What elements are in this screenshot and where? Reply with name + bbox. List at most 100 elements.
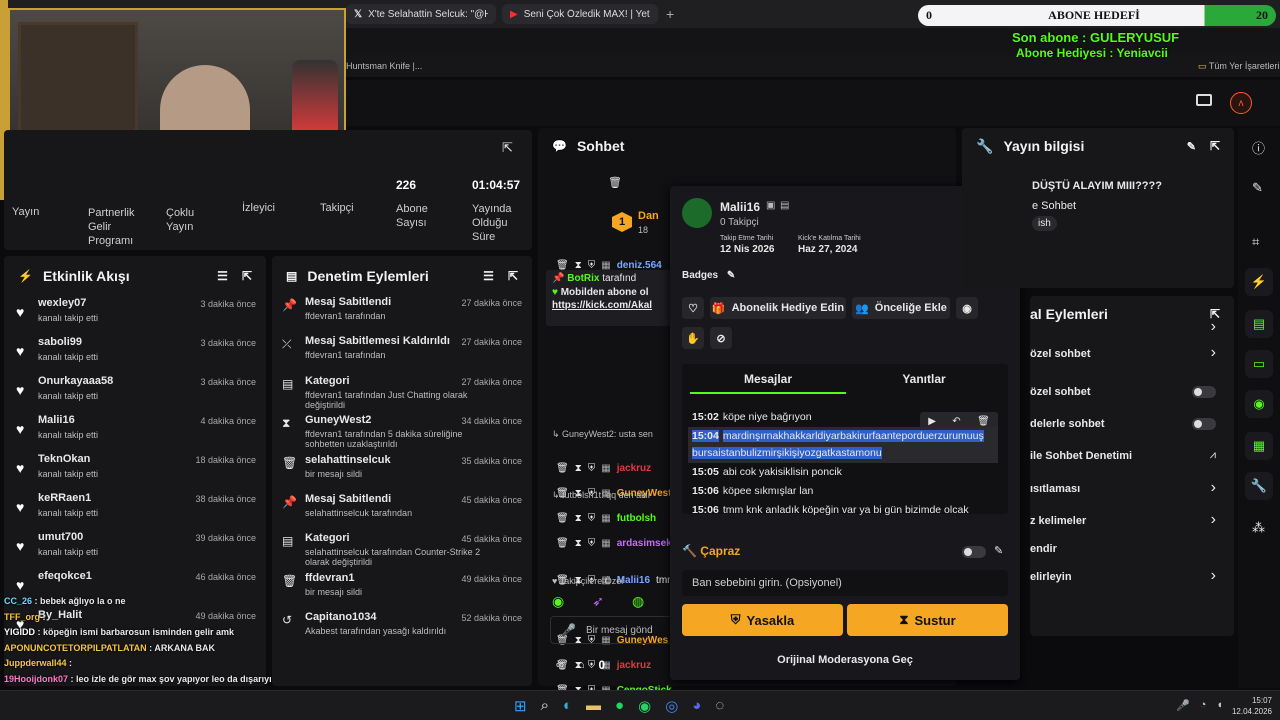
layout-icon[interactable]: ▦ — [1245, 432, 1273, 460]
chat-username[interactable]: deniz.564 — [617, 260, 662, 271]
new-tab-button[interactable]: + — [666, 6, 674, 22]
shield-icon[interactable]: ⛨ — [588, 513, 596, 524]
chat-message[interactable]: 🗑 ⧗ ⛨ ▦ deniz.564 — [556, 256, 662, 274]
gift-sub-button[interactable]: 🎁 Abonelik Hediye Edin — [710, 297, 846, 319]
display-icon[interactable] — [1196, 94, 1212, 106]
hand-button[interactable]: ✋ — [682, 327, 704, 349]
user-message[interactable]: 15:06 tmm knk anladık köpeğin var ya bi g… — [688, 501, 998, 520]
mute-button[interactable]: ⧗ Sustur — [847, 604, 1008, 636]
kick-emote-icon[interactable]: ◉ — [552, 593, 564, 610]
activity-item[interactable]: ♥ TeknOkan kanalı takip etti 18 dakika önce — [4, 452, 266, 491]
setting-toggle[interactable] — [1192, 386, 1216, 398]
rocket-emote-icon[interactable]: ➶ — [592, 593, 604, 610]
pinned-link[interactable]: https://kick.com/Akal — [546, 298, 676, 313]
pencil-icon[interactable]: ✎ — [1252, 180, 1263, 196]
chat-message[interactable]: 🗑 ⧗ ⛨ ▦ ardasimsek — [556, 534, 672, 552]
chat-username[interactable]: jackruz — [617, 463, 651, 474]
activity-item[interactable]: ♥ wexley07 kanalı takip etti 3 dakika önce — [4, 296, 266, 335]
avatar[interactable]: ʌ — [1230, 92, 1252, 114]
block-button[interactable]: ⊘ — [710, 327, 732, 349]
edit-icon[interactable]: ✎ — [994, 544, 1003, 557]
widgets-icon[interactable]: ⁂ — [1252, 520, 1265, 536]
activity-item[interactable]: ♥ keRRaen1 kanalı takip etti 38 dakika önce — [4, 491, 266, 530]
eye-button[interactable]: ◉ — [956, 297, 978, 319]
timeout-icon[interactable]: ⧗ — [575, 513, 582, 524]
tab-replies[interactable]: Yanıtlar — [846, 372, 1002, 386]
gift-icon[interactable]: ⌂ — [578, 659, 585, 671]
trash-icon[interactable]: 🗑 — [556, 538, 569, 549]
shield-icon[interactable]: ⛨ — [588, 260, 596, 271]
chart-icon[interactable]: ⩘ — [1210, 449, 1216, 462]
timeout-icon[interactable]: ⧗ — [575, 463, 582, 474]
mod-setting-item[interactable]: z kelimeler › — [1030, 511, 1234, 531]
trash-icon[interactable]: 🗑 — [556, 513, 569, 524]
activity-item[interactable]: ♥ Malii16 kanalı takip etti 4 dakika önce — [4, 413, 266, 452]
obs-icon[interactable]: ◌ — [715, 697, 724, 715]
edit-icon[interactable]: ✎ — [727, 270, 735, 281]
mod-setting-item[interactable]: ısıtlaması › — [1030, 479, 1234, 499]
wrench-icon[interactable]: 🔧 — [1245, 472, 1273, 500]
edit-icon[interactable]: ✎ — [1187, 140, 1196, 153]
trash-icon[interactable]: 🗑 — [556, 463, 569, 474]
filter-icon[interactable]: ☰ — [483, 269, 494, 283]
chat-username[interactable]: jackruz — [617, 660, 651, 671]
shield-icon[interactable]: ⛨ — [588, 463, 596, 474]
chat-bubble-icon[interactable]: ▭ — [1245, 350, 1273, 378]
tab-messages[interactable]: Mesajlar — [690, 372, 846, 394]
spotify-icon[interactable]: ● — [615, 697, 624, 715]
bookmark-folder[interactable]: ▭ Tüm Yer İşaretleri — [1198, 61, 1279, 72]
user-message[interactable]: 15:02 köpe niye bağrıyon — [688, 408, 998, 427]
edge-icon[interactable]: ◐ — [563, 697, 572, 715]
ban-button[interactable]: ⛨ Yasakla — [682, 604, 843, 636]
wifi-icon[interactable]: ◔ — [1200, 699, 1207, 712]
copy-icon[interactable]: ▣ — [766, 200, 775, 211]
mod-setting-item[interactable]: elirleyin › — [1030, 567, 1234, 587]
discord-icon[interactable]: ◕ — [692, 697, 701, 715]
info-icon[interactable]: ⓘ — [1252, 138, 1265, 157]
chrome-icon[interactable]: ◎ — [665, 697, 678, 715]
browser-tab[interactable]: 𝕏 X'te Selahattin Selcuk: "@Ham... — [346, 4, 496, 24]
user-message[interactable]: 15:04 mardinşırnakhakkarldiyarbakirurfaan… — [688, 427, 998, 463]
crop-icon[interactable]: ⌗ — [1252, 234, 1259, 250]
browser-tab[interactable]: ▶ Seni Çok Özledik MAX! | Yetene... — [502, 4, 658, 24]
broadcast-icon[interactable]: ◉ — [1245, 390, 1273, 418]
mod-setting-item[interactable]: özel sohbet › — [1030, 344, 1234, 364]
priority-button[interactable]: 👥 Önceliğe Ekle — [852, 297, 950, 319]
filter-icon[interactable]: ☰ — [217, 269, 228, 283]
chat-message[interactable]: 🗑 ⧗ ⛨ ▦ futbolsh — [556, 509, 656, 527]
globe-emote-icon[interactable]: ◍ — [632, 593, 644, 610]
activity-item[interactable]: ♥ saboli99 kanalı takip etti 3 dakika önce — [4, 335, 266, 374]
popout-icon[interactable]: ⇱ — [242, 269, 252, 283]
follow-heart-button[interactable]: ♡ — [682, 297, 704, 319]
cross-toggle[interactable] — [962, 546, 986, 558]
infinity-icon[interactable]: ∞ — [556, 659, 564, 671]
mod-setting-item[interactable]: endir — [1030, 539, 1234, 559]
document-icon[interactable]: ▤ — [1245, 310, 1273, 338]
user-message[interactable]: 15:05 abi cok yakisiklisin poncik — [688, 463, 998, 482]
mod-setting-item[interactable]: delerle sohbet — [1030, 414, 1234, 434]
original-moderation-button[interactable]: Orijinal Moderasyona Geç — [670, 654, 1020, 666]
chat-input[interactable]: 🎤 Bir mesaj gönd — [550, 616, 676, 644]
chat-username[interactable]: futbolsh — [617, 513, 656, 524]
clock[interactable]: 15:07 12.04.2026 — [1228, 695, 1272, 717]
shield-icon[interactable]: ⛨ — [588, 538, 596, 549]
popout-icon[interactable]: ⇱ — [1210, 139, 1220, 153]
volume-icon[interactable]: ◖ — [1216, 699, 1223, 712]
timeout-icon[interactable]: ⧗ — [575, 538, 582, 549]
id-card-icon[interactable]: ▤ — [780, 200, 789, 211]
trash-icon[interactable]: 🗑 — [608, 176, 622, 189]
pinned-message[interactable]: 📌 BotRix tarafınd ♥ Mobilden abone ol ht… — [546, 270, 676, 326]
user-message[interactable]: 15:06 köpee sıkmışlar lan — [688, 482, 998, 501]
chat-message[interactable]: 🗑 ⧗ ⛨ ▦ jackruz — [556, 459, 651, 477]
chat-username[interactable]: ardasimsek — [617, 538, 672, 549]
mic-icon[interactable]: 🎤 — [1176, 699, 1190, 712]
ban-reason-input[interactable]: Ban sebebini girin. (Opsiyonel) — [682, 570, 1008, 596]
bookmark-item[interactable]: Huntsman Knife |... — [346, 61, 422, 71]
activity-item[interactable]: ♥ Onurkayaaa58 kanalı takip etti 3 dakika ö… — [4, 374, 266, 413]
trash-icon[interactable]: 🗑 — [556, 260, 569, 271]
activity-item[interactable]: ♥ umut700 kanalı takip etti 39 dakika önce — [4, 530, 266, 569]
popout-icon[interactable]: ⇱ — [508, 269, 518, 283]
search-icon[interactable]: ⌕ — [541, 697, 549, 715]
mod-setting-item[interactable]: ile Sohbet Denetimi ⩘ — [1030, 446, 1234, 466]
windows-start-icon[interactable]: ⊞ — [514, 697, 527, 715]
